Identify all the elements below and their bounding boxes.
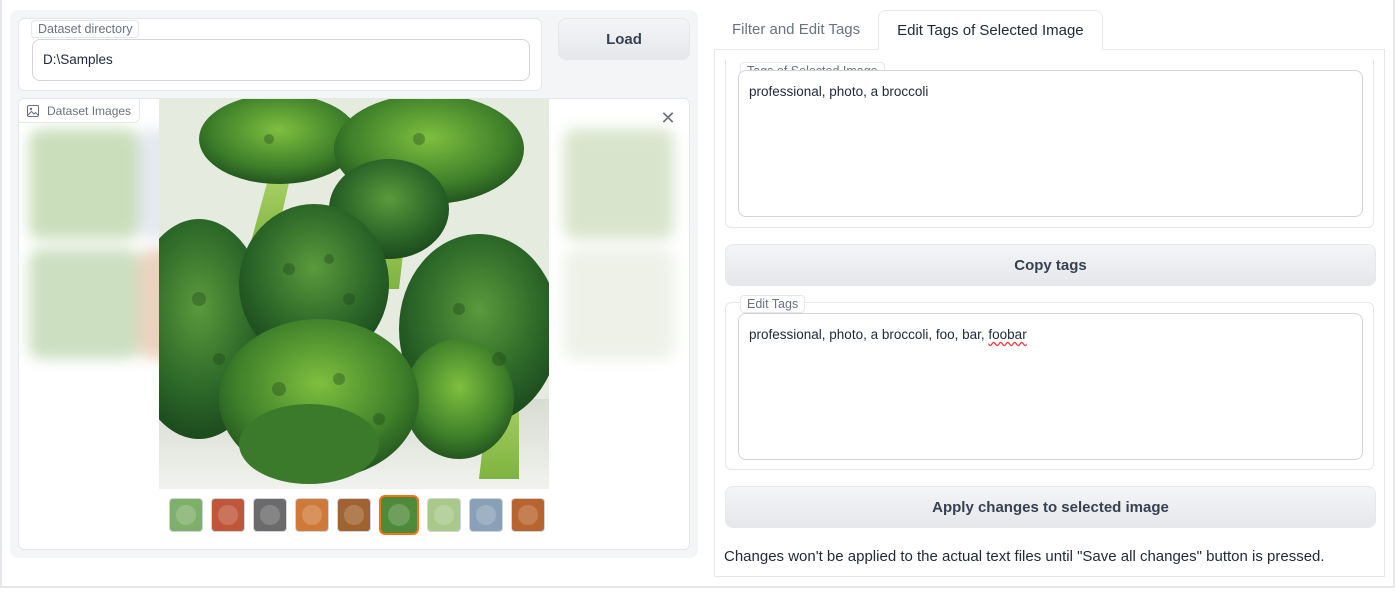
edit-tags-textarea[interactable]: professional, photo, a broccoli, foo, ba…	[738, 313, 1363, 460]
dataset-images-gallery: Dataset Images ✕	[18, 98, 690, 550]
thumbnail-einstein-color[interactable]	[337, 498, 371, 532]
apply-changes-button[interactable]: Apply changes to selected image	[725, 486, 1376, 528]
thumbnail-broccoli[interactable]	[379, 495, 419, 535]
misspelled-word: foobar	[988, 327, 1027, 342]
edit-tags-text: professional, photo, a broccoli, foo, ba…	[749, 327, 989, 342]
thumbnail-strip	[169, 495, 545, 535]
thumbnail-pizza[interactable]	[511, 498, 545, 532]
thumbnail-image	[518, 505, 538, 525]
thumbnail-pizza[interactable]	[295, 498, 329, 532]
gallery-label-text: Dataset Images	[47, 103, 132, 118]
thumbnail-image	[176, 505, 196, 525]
thumbnail-image	[434, 505, 454, 525]
thumbnail-image	[218, 505, 238, 525]
image-icon	[27, 104, 39, 117]
thumbnail-broccoli-tree[interactable]	[169, 498, 203, 532]
thumbnail-einstein-bw[interactable]	[253, 498, 287, 532]
tags-of-selected-image-block: Tags of Selected Image professional, pho…	[725, 60, 1374, 228]
dataset-directory-label: Dataset directory	[31, 20, 140, 38]
thumbnail-pizza[interactable]	[211, 498, 245, 532]
gallery-label: Dataset Images	[19, 99, 141, 123]
thumbnail-image	[388, 504, 410, 526]
edit-tags-block: Edit Tags professional, photo, a broccol…	[725, 295, 1374, 470]
thumbnail-broccoli[interactable]	[427, 498, 461, 532]
load-button[interactable]: Load	[558, 18, 690, 60]
edit-tags-label: Edit Tags	[740, 295, 806, 313]
close-icon[interactable]: ✕	[657, 107, 679, 129]
edit-tags-panel: Tags of Selected Image professional, pho…	[714, 49, 1385, 577]
left-panel: Dataset directory D:\Samples Load Datase…	[10, 10, 698, 558]
tab-edit-tags-of-selected-image[interactable]: Edit Tags of Selected Image	[878, 10, 1103, 50]
thumbnail-image	[344, 505, 364, 525]
broccoli-image	[159, 99, 549, 489]
tab-bar: Filter and Edit Tags Edit Tags of Select…	[714, 10, 1103, 50]
thumbnail-image	[476, 505, 496, 525]
selected-image-preview	[159, 99, 549, 489]
thumbnail-image	[302, 505, 322, 525]
thumbnail-einstein-color[interactable]	[469, 498, 503, 532]
dataset-directory-block: Dataset directory D:\Samples	[18, 18, 542, 91]
copy-tags-button[interactable]: Copy tags	[725, 244, 1376, 286]
thumbnail-image	[260, 505, 280, 525]
save-note: Changes won't be applied to the actual t…	[724, 548, 1325, 565]
dataset-directory-input[interactable]: D:\Samples	[32, 39, 530, 81]
tab-filter-and-edit-tags[interactable]: Filter and Edit Tags	[714, 10, 878, 50]
tags-of-selected-image-textarea[interactable]: professional, photo, a broccoli	[738, 70, 1363, 217]
